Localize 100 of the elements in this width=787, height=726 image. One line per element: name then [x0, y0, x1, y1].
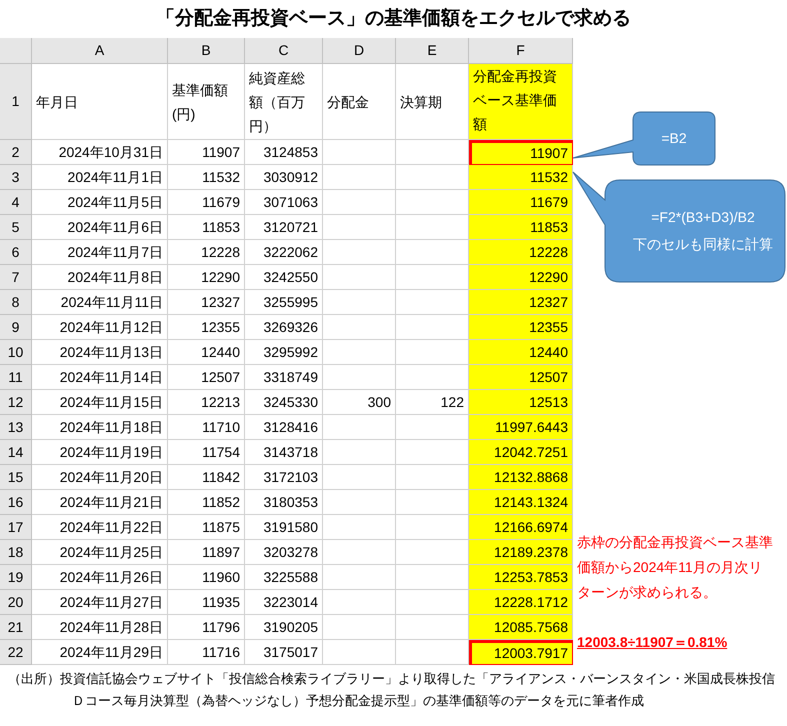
page-title: 「分配金再投資ベース」の基準価額をエクセルで求める — [156, 6, 631, 31]
table-cell: 11716 — [168, 640, 245, 665]
row-header[interactable]: 7 — [0, 265, 32, 290]
table-cell: 12440 — [168, 340, 245, 365]
note-text: 赤枠の分配金再投資ベース基準価額から2024年11月の月次リターンが求められる。 — [577, 533, 774, 602]
row-header[interactable]: 3 — [0, 165, 32, 190]
column-header[interactable]: C — [245, 38, 323, 64]
row-header[interactable]: 20 — [0, 590, 32, 615]
row-header[interactable]: 18 — [0, 540, 32, 565]
table-cell: 2024年11月14日 — [32, 365, 168, 390]
table-cell: 12507 — [168, 365, 245, 390]
table-cell: 12085.7568 — [469, 615, 573, 640]
table-cell: 3143718 — [245, 440, 323, 465]
row-header[interactable]: 2 — [0, 140, 32, 165]
table-cell: 12213 — [168, 390, 245, 415]
table-cell: 12189.2378 — [469, 540, 573, 565]
table-cell: 3269326 — [245, 315, 323, 340]
table-cell: 2024年11月19日 — [32, 440, 168, 465]
table-cell: 11852 — [168, 490, 245, 515]
table-cell: 300 — [323, 390, 396, 415]
table-cell: 11679 — [469, 190, 573, 215]
callout-text: =F2*(B3+D3)/B2 — [651, 208, 755, 227]
table-cell: 11997.6443 — [469, 415, 573, 440]
table-cell: 3071063 — [245, 190, 323, 215]
row-header[interactable]: 16 — [0, 490, 32, 515]
source-note: Ｄコース毎月決算型（為替ヘッジなし）予想分配金提示型」の基準価額等のデータを元に筆者作成 — [71, 692, 645, 710]
table-cell: 3180353 — [245, 490, 323, 515]
table-cell: 3191580 — [245, 515, 323, 540]
column-header[interactable]: B — [168, 38, 245, 64]
table-cell: 11907 — [168, 140, 245, 165]
row-header[interactable]: 8 — [0, 290, 32, 315]
table-cell: 2024年11月12日 — [32, 315, 168, 340]
callout-text: =B2 — [661, 129, 687, 148]
table-cell: 2024年11月5日 — [32, 190, 168, 215]
row-header[interactable]: 12 — [0, 390, 32, 415]
table-cell: 11796 — [168, 615, 245, 640]
callout-text: 下のセルも同様に計算 — [633, 235, 773, 254]
table-cell: 3245330 — [245, 390, 323, 415]
row-header[interactable]: 17 — [0, 515, 32, 540]
table-cell: 3223014 — [245, 590, 323, 615]
table-cell: 3175017 — [245, 640, 323, 665]
header-cell: 基準価額(円) — [168, 64, 245, 140]
table-cell: 2024年11月11日 — [32, 290, 168, 315]
table-cell: 12290 — [469, 265, 573, 290]
row-header[interactable]: 22 — [0, 640, 32, 665]
table-cell: 12440 — [469, 340, 573, 365]
table-cell: 2024年11月13日 — [32, 340, 168, 365]
table-cell: 11875 — [168, 515, 245, 540]
row-header[interactable]: 19 — [0, 565, 32, 590]
header-cell: 純資産総額（百万円） — [245, 64, 323, 140]
table-cell: 2024年11月26日 — [32, 565, 168, 590]
row-header[interactable]: 15 — [0, 465, 32, 490]
row-header[interactable]: 10 — [0, 340, 32, 365]
table-cell: 12327 — [168, 290, 245, 315]
column-header[interactable]: E — [396, 38, 469, 64]
table-cell: 3295992 — [245, 340, 323, 365]
table-cell: 2024年11月20日 — [32, 465, 168, 490]
table-cell: 2024年11月29日 — [32, 640, 168, 665]
table-cell: 11935 — [168, 590, 245, 615]
table-cell: 3242550 — [245, 265, 323, 290]
corner-cell[interactable] — [0, 38, 32, 64]
row-header[interactable]: 14 — [0, 440, 32, 465]
header-cell: 分配金 — [323, 64, 396, 140]
table-cell: 11897 — [168, 540, 245, 565]
column-header[interactable]: A — [32, 38, 168, 64]
table-cell: 12228 — [469, 240, 573, 265]
row-header[interactable]: 11 — [0, 365, 32, 390]
table-cell: 3255995 — [245, 290, 323, 315]
table-cell: 3124853 — [245, 140, 323, 165]
table-cell: 12003.7917 — [469, 640, 573, 665]
row-header[interactable]: 5 — [0, 215, 32, 240]
header-cell: 年月日 — [32, 64, 168, 140]
table-cell: 12355 — [168, 315, 245, 340]
table-cell: 12228 — [168, 240, 245, 265]
table-cell: 11853 — [168, 215, 245, 240]
table-cell: 12507 — [469, 365, 573, 390]
table-cell: 3172103 — [245, 465, 323, 490]
table-cell: 11532 — [168, 165, 245, 190]
table-cell: 11754 — [168, 440, 245, 465]
header-cell: 分配金再投資ベース基準価額 — [469, 64, 573, 140]
row-header[interactable]: 6 — [0, 240, 32, 265]
row-header[interactable]: 1 — [0, 64, 32, 140]
row-header[interactable]: 13 — [0, 415, 32, 440]
table-cell: 12166.6974 — [469, 515, 573, 540]
column-header[interactable]: D — [323, 38, 396, 64]
table-cell: 2024年10月31日 — [32, 140, 168, 165]
table-cell: 12132.8868 — [469, 465, 573, 490]
table-cell: 12253.7853 — [469, 565, 573, 590]
table-cell: 3030912 — [245, 165, 323, 190]
table-cell: 2024年11月8日 — [32, 265, 168, 290]
row-header[interactable]: 9 — [0, 315, 32, 340]
source-note: （出所）投資信託協会ウェブサイト「投信総合検索ライブラリー」より取得した「アライアンス・バーンスタイン・米国成長株投信 — [8, 670, 776, 688]
table-cell: 12228.1712 — [469, 590, 573, 615]
row-header[interactable]: 21 — [0, 615, 32, 640]
table-cell: 2024年11月7日 — [32, 240, 168, 265]
table-cell: 12327 — [469, 290, 573, 315]
table-cell: 12143.1324 — [469, 490, 573, 515]
table-cell: 11842 — [168, 465, 245, 490]
row-header[interactable]: 4 — [0, 190, 32, 215]
table-cell: 12513 — [469, 390, 573, 415]
